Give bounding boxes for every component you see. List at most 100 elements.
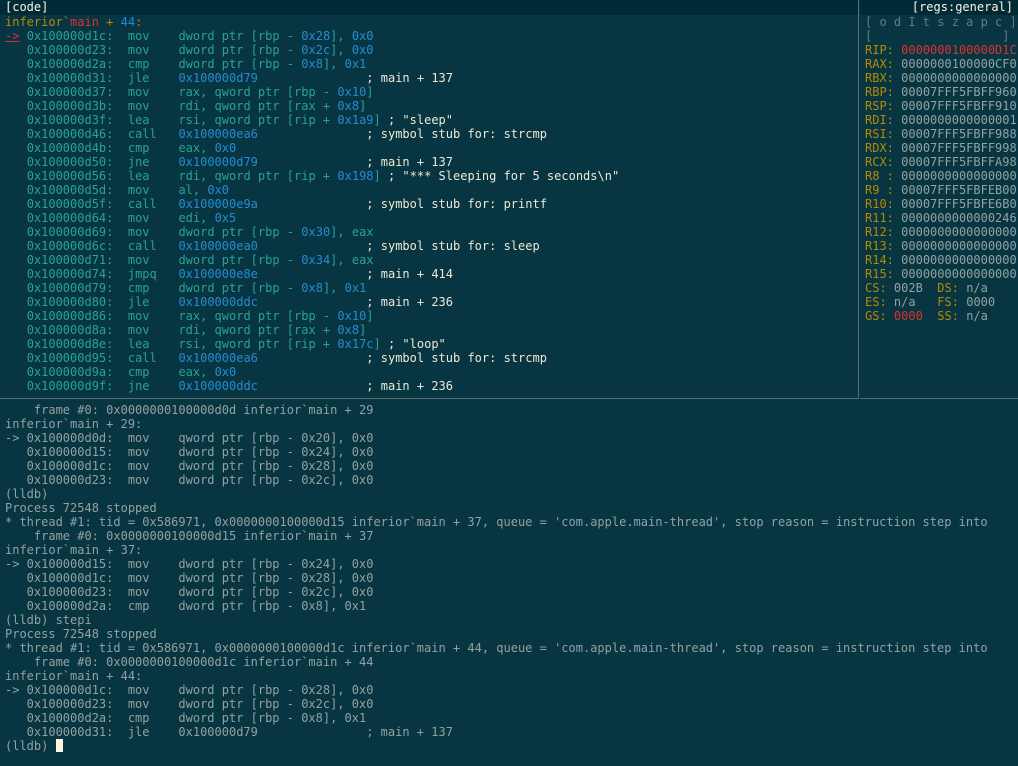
instruction-address: 0x100000d37: (26, 85, 114, 99)
instruction-operand: rax, qword ptr [rbp - (178, 85, 338, 99)
segment-register-value: 0000 (893, 309, 923, 323)
command-output-line: frame #0: 0x0000000100000d15 inferior`ma… (5, 529, 374, 543)
disassembly-row[interactable]: 0x100000d79: cmp dword ptr [rbp - 0x8], … (0, 281, 858, 295)
instruction-mnemonic: jne (127, 379, 150, 393)
disassembly-row[interactable]: 0x100000d46: call 0x100000ea6 ; symbol s… (0, 127, 858, 141)
command-output-line: -> 0x100000d0d: mov qword ptr [rbp - 0x2… (5, 431, 374, 445)
instruction-operand-tail: ] (359, 99, 367, 113)
register-row: RDX: 00007FFF5FBFF998 (860, 141, 1018, 155)
instruction-comment: ; symbol stub for: printf (366, 197, 547, 211)
command-output-line: inferior`main + 37: (5, 543, 143, 557)
instruction-address: 0x100000d5d: (26, 183, 114, 197)
instruction-operand-number: 0x34 (301, 253, 331, 267)
disassembly-row[interactable]: 0x100000d9a: cmp eax, 0x0 (0, 365, 858, 379)
disassembly-row[interactable]: 0x100000d37: mov rax, qword ptr [rbp - 0… (0, 85, 858, 99)
command-pane[interactable]: frame #0: 0x0000000100000d0d inferior`ma… (0, 400, 1018, 766)
instruction-operand-number: 0x28 (301, 29, 331, 43)
instruction-operand-number: 0x100000ea6 (178, 127, 258, 141)
code-header-module: inferior` (5, 15, 71, 29)
disassembly-row[interactable]: 0x100000d3f: lea rsi, qword ptr [rip + 0… (0, 113, 858, 127)
register-value: 0000000000000000 (901, 253, 1017, 267)
instruction-operand-number: 0x8 (301, 281, 323, 295)
disassembly-row[interactable]: 0x100000d64: mov edi, 0x5 (0, 211, 858, 225)
disassembly-row[interactable]: 0x100000d95: call 0x100000ea6 ; symbol s… (0, 351, 858, 365)
instruction-comment: ; "loop" (387, 337, 446, 351)
code-header-offset: 44 (120, 15, 136, 29)
instruction-address: 0x100000d46: (26, 127, 114, 141)
instruction-operand: eax, (178, 141, 215, 155)
register-name: RAX: (865, 57, 894, 71)
instruction-address: 0x100000d80: (26, 295, 114, 309)
instruction-mnemonic: cmp (127, 365, 150, 379)
disassembly-row[interactable]: 0x100000d5d: mov al, 0x0 (0, 183, 858, 197)
instruction-comment: ; "sleep" (387, 113, 454, 127)
instruction-mnemonic: lea (127, 169, 150, 183)
register-row: R13: 0000000000000000 (860, 239, 1018, 253)
instruction-operand-number: 0x100000e9a (178, 197, 258, 211)
instruction-operand-number: 0x1a9 (337, 113, 374, 127)
instruction-mnemonic: mov (127, 253, 150, 267)
command-output-line: 0x100000d2a: cmp dword ptr [rbp - 0x8], … (5, 599, 367, 613)
register-name: RDX: (865, 141, 894, 155)
instruction-operand-tail: ] (366, 85, 374, 99)
instruction-mnemonic: mov (127, 211, 150, 225)
instruction-address: 0x100000d79: (26, 281, 114, 295)
instruction-operand-number: 0x10 (337, 85, 367, 99)
register-name: RDI: (865, 113, 894, 127)
disassembly-row[interactable]: 0x100000d2a: cmp dword ptr [rbp - 0x8], … (0, 57, 858, 71)
command-output-line: 0x100000d23: mov dword ptr [rbp - 0x2c],… (5, 585, 374, 599)
instruction-operand: rdi, qword ptr [rip + (178, 169, 338, 183)
instruction-mnemonic: call (127, 197, 157, 211)
code-header-func: main (70, 15, 99, 29)
disassembly-row[interactable]: 0x100000d86: mov rax, qword ptr [rbp - 0… (0, 309, 858, 323)
register-value: 0000000000000246 (901, 211, 1017, 225)
command-prompt-line[interactable]: (lldb) (0, 739, 1018, 753)
command-output-line: * thread #1: tid = 0x586971, 0x000000010… (5, 515, 988, 529)
disassembly-row[interactable]: 0x100000d5f: call 0x100000e9a ; symbol s… (0, 197, 858, 211)
disassembly-row[interactable]: 0x100000d6c: call 0x100000ea0 ; symbol s… (0, 239, 858, 253)
instruction-immediate: 0x0 (351, 43, 374, 57)
instruction-operand-number: 0x0 (214, 365, 237, 379)
disassembly-row[interactable]: 0x100000d4b: cmp eax, 0x0 (0, 141, 858, 155)
disassembly-row[interactable]: 0x100000d31: jle 0x100000d79 ; main + 13… (0, 71, 858, 85)
register-value: 0000000000000000 (901, 267, 1017, 281)
instruction-operand-number: 0x0 (214, 141, 237, 155)
register-row: R14: 0000000000000000 (860, 253, 1018, 267)
disassembly-row[interactable]: 0x100000d80: jle 0x100000ddc ; main + 23… (0, 295, 858, 309)
register-value: 00007FFF5FBFF988 (901, 127, 1017, 141)
instruction-comment: ; main + 137 (366, 71, 453, 85)
text-cursor (55, 739, 63, 752)
instruction-address: 0x100000d74: (26, 267, 114, 281)
instruction-operand-tail: ], eax (330, 225, 374, 239)
instruction-operand-number: 0x198 (337, 169, 374, 183)
disassembly-row[interactable]: 0x100000d23: mov dword ptr [rbp - 0x2c],… (0, 43, 858, 57)
instruction-operand-number: 0x100000ea0 (178, 239, 258, 253)
instruction-operand: edi, (178, 211, 215, 225)
instruction-immediate: 0x0 (351, 29, 374, 43)
disassembly-row[interactable]: 0x100000d56: lea rdi, qword ptr [rip + 0… (0, 169, 858, 183)
disassembly-row[interactable]: 0x100000d3b: mov rdi, qword ptr [rax + 0… (0, 99, 858, 113)
disassembly-row[interactable]: 0x100000d50: jne 0x100000d79 ; main + 13… (0, 155, 858, 169)
segment-register-name: GS: (865, 309, 887, 323)
disassembly-row[interactable]: 0x100000d8e: lea rsi, qword ptr [rip + 0… (0, 337, 858, 351)
command-output-line: Process 72548 stopped (5, 501, 157, 515)
register-row: RCX: 00007FFF5FBFFA98 (860, 155, 1018, 169)
instruction-mnemonic: mov (127, 99, 150, 113)
register-value: 0000000000000000 (901, 169, 1017, 183)
code-pane: [code] inferior`main + 44: -> 0x100000d1… (0, 0, 859, 399)
register-name: R10: (865, 197, 894, 211)
disassembly-row[interactable]: 0x100000d69: mov dword ptr [rbp - 0x30],… (0, 225, 858, 239)
disassembly-row[interactable]: 0x100000d74: jmpq 0x100000e8e ; main + 4… (0, 267, 858, 281)
instruction-operand-number: 0x100000d79 (178, 71, 258, 85)
instruction-mnemonic: mov (127, 225, 150, 239)
disassembly-row[interactable]: 0x100000d9f: jne 0x100000ddc ; main + 23… (0, 379, 858, 393)
segment-register-value: 0000 (966, 295, 996, 309)
command-output-line: frame #0: 0x0000000100000d0d inferior`ma… (5, 403, 374, 417)
disassembly-row[interactable]: -> 0x100000d1c: mov dword ptr [rbp - 0x2… (0, 29, 858, 43)
instruction-operand: dword ptr [rbp - (178, 281, 302, 295)
register-name: R9 : (865, 183, 894, 197)
instruction-address: 0x100000d31: (26, 71, 114, 85)
instruction-address: 0x100000d86: (26, 309, 114, 323)
disassembly-row[interactable]: 0x100000d8a: mov rdi, qword ptr [rax + 0… (0, 323, 858, 337)
disassembly-row[interactable]: 0x100000d71: mov dword ptr [rbp - 0x34],… (0, 253, 858, 267)
